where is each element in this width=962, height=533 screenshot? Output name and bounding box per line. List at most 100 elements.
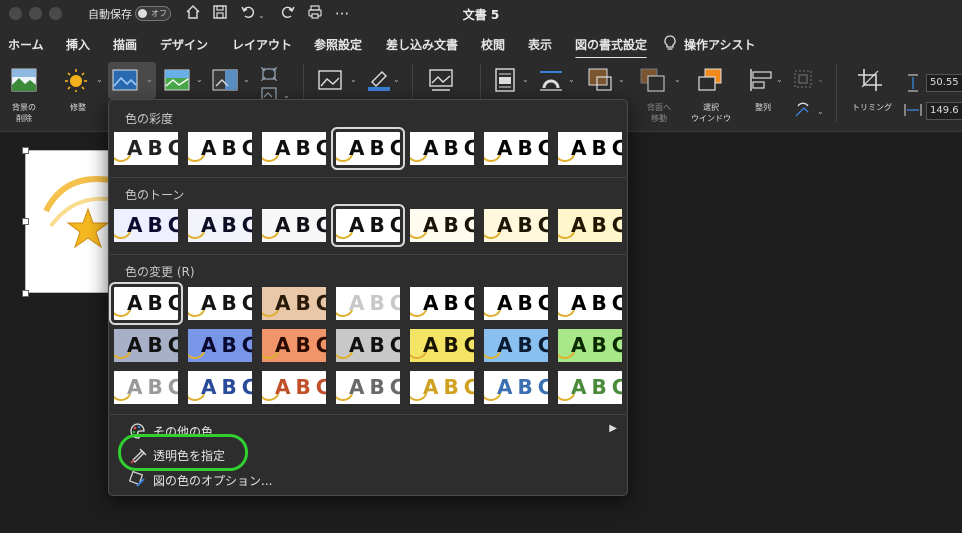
recolor-option-2-5[interactable]: ABC xyxy=(484,371,548,404)
tab-picture-format[interactable]: 図の書式設定 xyxy=(575,36,648,60)
align-chevron-icon[interactable]: ⌄ xyxy=(776,75,783,84)
artistic-effects-chevron-icon[interactable]: ⌄ xyxy=(196,75,203,84)
color-picture-icon[interactable] xyxy=(112,68,138,92)
recolor-option-2-3[interactable]: ABC xyxy=(336,371,400,404)
transparency-chevron-icon[interactable]: ⌄ xyxy=(243,75,250,84)
recolor-option-0-3[interactable]: ABC xyxy=(336,287,400,320)
position-chevron-icon[interactable]: ⌄ xyxy=(522,75,529,84)
tone-option-0[interactable]: ABC xyxy=(114,209,178,242)
recolor-option-1-4[interactable]: ABC xyxy=(410,329,474,362)
tab-layout[interactable]: レイアウト xyxy=(232,36,292,53)
tab-references[interactable]: 参照設定 xyxy=(314,36,362,53)
sample-text: ABC xyxy=(497,136,548,160)
recolor-option-0-0[interactable]: ABC xyxy=(109,282,183,325)
bring-forward-icon[interactable] xyxy=(588,68,614,92)
picture-border-icon[interactable] xyxy=(366,68,392,92)
saturation-option-6[interactable]: ABC xyxy=(558,132,622,165)
recolor-option-0-5[interactable]: ABC xyxy=(484,287,548,320)
sample-text: ABC xyxy=(127,136,178,160)
wrap-text-icon[interactable] xyxy=(538,68,564,92)
resize-handle-top-left[interactable] xyxy=(22,147,29,154)
resize-handle-bottom-left[interactable] xyxy=(22,290,29,297)
sample-text: ABC xyxy=(349,375,400,399)
saturation-header: 色の彩度 xyxy=(125,112,174,126)
resize-handle-middle-left[interactable] xyxy=(22,218,29,225)
recolor-option-2-2[interactable]: ABC xyxy=(262,371,326,404)
picture-color-options-item[interactable]: 図の色のオプション... xyxy=(127,469,377,491)
recolor-option-2-1[interactable]: ABC xyxy=(188,371,252,404)
group-chevron-icon[interactable]: ⌄ xyxy=(817,75,824,84)
width-input[interactable]: 149.6 xyxy=(926,102,962,120)
saturation-option-0[interactable]: ABC xyxy=(114,132,178,165)
tab-insert[interactable]: 挿入 xyxy=(66,36,90,53)
tab-mailings[interactable]: 差し込み文書 xyxy=(386,36,458,53)
selection-pane-icon[interactable] xyxy=(697,68,723,92)
saturation-option-5[interactable]: ABC xyxy=(484,132,548,165)
tab-view[interactable]: 表示 xyxy=(528,36,552,53)
height-input[interactable]: 50.55 xyxy=(926,74,962,92)
saturation-option-1[interactable]: ABC xyxy=(188,132,252,165)
recolor-option-1-5[interactable]: ABC xyxy=(484,329,548,362)
tab-tell-me[interactable]: 操作アシスト xyxy=(684,36,756,53)
remove-background-icon[interactable] xyxy=(11,68,37,92)
sample-text: ABC xyxy=(275,213,326,237)
color-chevron-icon[interactable]: ⌄ xyxy=(146,75,153,84)
send-backward-icon[interactable] xyxy=(640,68,666,92)
corrections-chevron-icon[interactable]: ⌄ xyxy=(96,75,103,84)
sample-text: ABC xyxy=(201,136,252,160)
wrap-text-chevron-icon[interactable]: ⌄ xyxy=(568,75,575,84)
recolor-option-2-0[interactable]: ABC xyxy=(114,371,178,404)
sample-text: ABC xyxy=(349,213,400,237)
recolor-option-0-2[interactable]: ABC xyxy=(262,287,326,320)
tab-design[interactable]: デザイン xyxy=(160,36,208,53)
sample-text: ABC xyxy=(497,375,548,399)
corrections-sun-icon[interactable] xyxy=(63,68,89,92)
tone-option-6[interactable]: ABC xyxy=(558,209,622,242)
rotate-icon[interactable] xyxy=(794,102,812,118)
bring-forward-chevron-icon[interactable]: ⌄ xyxy=(618,75,625,84)
recolor-option-0-6[interactable]: ABC xyxy=(558,287,622,320)
recolor-option-0-4[interactable]: ABC xyxy=(410,287,474,320)
recolor-option-1-3[interactable]: ABC xyxy=(336,329,400,362)
group-objects-icon[interactable] xyxy=(794,70,812,88)
sample-text: ABC xyxy=(275,136,326,160)
artistic-effects-icon[interactable] xyxy=(164,68,190,92)
title-bar: 自動保存 オフ ⌄ ··· 文書 5 xyxy=(0,0,962,28)
sample-text: ABC xyxy=(423,136,474,160)
change-picture-icon[interactable] xyxy=(261,86,277,101)
compress-pictures-icon[interactable] xyxy=(260,66,278,82)
tone-option-2[interactable]: ABC xyxy=(262,209,326,242)
recolor-option-1-0[interactable]: ABC xyxy=(114,329,178,362)
sample-text: ABC xyxy=(423,375,474,399)
recolor-option-0-1[interactable]: ABC xyxy=(188,287,252,320)
rotate-chevron-icon[interactable]: ⌄ xyxy=(817,107,824,116)
picture-styles-chevron-icon[interactable]: ⌄ xyxy=(350,75,357,84)
selected-picture[interactable] xyxy=(25,150,110,293)
saturation-option-3[interactable]: ABC xyxy=(331,127,405,170)
tab-draw[interactable]: 描画 xyxy=(113,36,137,53)
tab-home[interactable]: ホーム xyxy=(8,36,44,53)
tone-option-1[interactable]: ABC xyxy=(188,209,252,242)
sample-text: ABC xyxy=(423,333,474,357)
alt-text-icon[interactable] xyxy=(428,68,454,92)
recolor-option-2-6[interactable]: ABC xyxy=(558,371,622,404)
tone-option-3[interactable]: ABC xyxy=(331,204,405,247)
picture-styles-icon[interactable] xyxy=(317,68,343,92)
transparency-icon[interactable] xyxy=(212,68,238,92)
recolor-option-1-1[interactable]: ABC xyxy=(188,329,252,362)
tone-option-5[interactable]: ABC xyxy=(484,209,548,242)
recolor-option-1-2[interactable]: ABC xyxy=(262,329,326,362)
tone-option-4[interactable]: ABC xyxy=(410,209,474,242)
tab-review[interactable]: 校閲 xyxy=(481,36,505,53)
recolor-option-2-4[interactable]: ABC xyxy=(410,371,474,404)
recolor-option-1-6[interactable]: ABC xyxy=(558,329,622,362)
sample-text: ABC xyxy=(497,333,548,357)
align-icon[interactable] xyxy=(748,68,774,92)
sample-text: ABC xyxy=(497,213,548,237)
crop-icon[interactable] xyxy=(857,68,883,92)
position-icon[interactable] xyxy=(492,68,518,92)
send-backward-chevron-icon[interactable]: ⌄ xyxy=(674,75,681,84)
saturation-option-4[interactable]: ABC xyxy=(410,132,474,165)
saturation-option-2[interactable]: ABC xyxy=(262,132,326,165)
picture-border-chevron-icon[interactable]: ⌄ xyxy=(393,75,400,84)
